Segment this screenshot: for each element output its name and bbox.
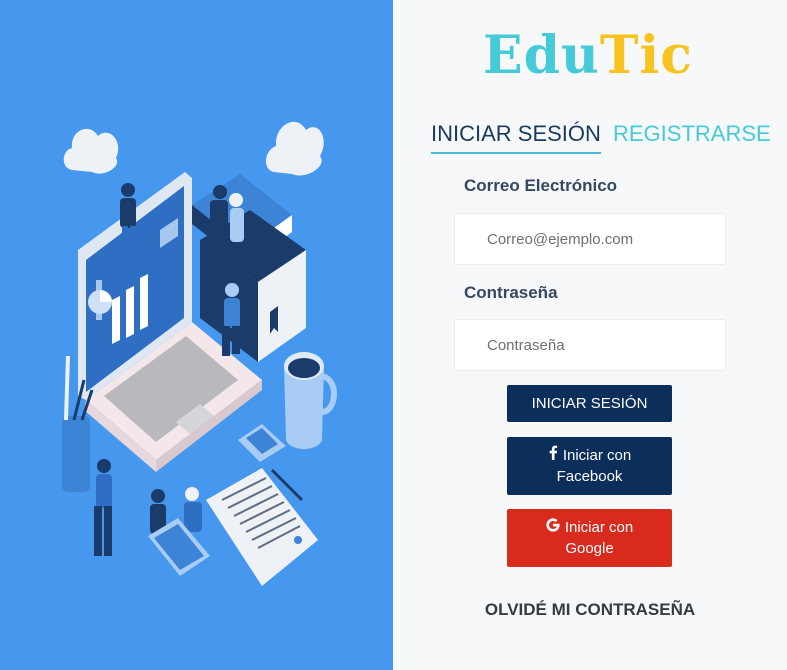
document-icon (206, 468, 318, 586)
cloud-icon (63, 121, 324, 176)
facebook-login-button[interactable]: Iniciar con Facebook (507, 437, 672, 495)
password-field[interactable] (454, 319, 726, 371)
facebook-button-line1: Iniciar con (562, 447, 632, 464)
laptop-education-illustration (62, 121, 338, 586)
books-icon (192, 174, 306, 362)
email-field[interactable] (454, 213, 726, 265)
google-button-line1: Iniciar con (564, 519, 634, 536)
login-panel: EduTic INICIAR SESIÓN REGISTRARSE Correo… (393, 0, 787, 670)
facebook-icon (548, 445, 558, 466)
illustration-panel (0, 0, 393, 670)
login-button[interactable]: INICIAR SESIÓN (507, 385, 672, 422)
tab-login[interactable]: INICIAR SESIÓN (431, 120, 601, 154)
facebook-button-line2: Facebook (556, 468, 623, 485)
notebook-icon (238, 424, 286, 462)
google-icon (546, 517, 560, 538)
facebook-button-row: Iniciar con (548, 445, 631, 466)
tab-register[interactable]: REGISTRARSE (613, 120, 771, 148)
google-button-row: Iniciar con (546, 517, 633, 538)
forgot-password-link[interactable]: OLVIDÉ MI CONTRASEÑA (393, 600, 787, 620)
brand-logo: EduTic (483, 26, 693, 86)
password-label: Contraseña (464, 283, 558, 302)
google-login-button[interactable]: Iniciar con Google (507, 509, 672, 567)
brand-name-part1: Edu (483, 25, 600, 86)
brand-name-part2: Tic (599, 25, 693, 86)
email-label: Correo Electrónico (464, 176, 618, 195)
google-button-line2: Google (565, 540, 614, 557)
cup-icon (284, 352, 338, 449)
